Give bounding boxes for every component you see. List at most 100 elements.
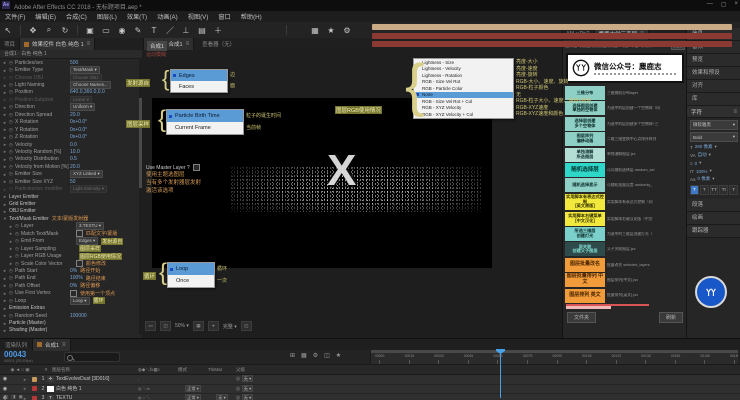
refresh-button[interactable]: 刷新: [659, 312, 683, 323]
mode-dropdown[interactable]: 正常 ▾: [185, 394, 201, 400]
layer-row[interactable]: ◉►3TTEXTU◍ ○ ＼正常 ▾无 ▾◎ 无 ▾: [0, 394, 740, 400]
character-control-row[interactable]: IT100%▾: [690, 168, 738, 174]
script-button[interactable]: 图层批量排列 中文: [565, 273, 605, 287]
menu-item[interactable]: 效果(T): [122, 12, 152, 21]
effect-param-value[interactable]: 100000: [70, 313, 87, 319]
effect-row[interactable]: ►◷Y Rotation0x+0.0°: [0, 126, 142, 133]
menu-item[interactable]: 动画(A): [152, 12, 183, 21]
layer-duration-bar[interactable]: [372, 33, 732, 39]
viewer-icon[interactable]: ◫: [160, 321, 171, 331]
effect-param-value[interactable]: 500: [70, 60, 78, 66]
resolution-select[interactable]: 完整 ▾: [223, 323, 237, 330]
script-button[interactable]: 层关联 创建父子图层: [565, 242, 605, 256]
effect-param-button[interactable]: Choose Names...: [70, 81, 111, 89]
layer-row[interactable]: ◉►1✛TextEvolveDust [3D016]-◎ 无 ▾: [0, 375, 740, 385]
layer-row[interactable]: ◉►2■白色 纯色 1◍ ＼fx正常 ▾◎ 无 ▾: [0, 385, 740, 395]
toolbar-right-icon[interactable]: ★: [323, 26, 339, 35]
effect-row[interactable]: ►◷Path Start0%路径开始: [0, 267, 142, 274]
tool-icon[interactable]: ✥: [25, 26, 41, 35]
trkmat-dropdown[interactable]: 无 ▾: [216, 394, 227, 400]
current-time-display[interactable]: 00043: [4, 350, 26, 359]
effect-row[interactable]: ►Grid Emitter: [0, 200, 142, 207]
character-toggle[interactable]: Tt: [719, 185, 728, 195]
effect-row[interactable]: ►◷Emit FromEdges ▾发射源自: [0, 238, 142, 245]
pickwhip-icon[interactable]: ◎: [236, 395, 242, 400]
character-control-value[interactable]: 0: [695, 161, 698, 166]
parent-dropdown[interactable]: 无 ▾: [242, 375, 253, 382]
effect-row[interactable]: ►◷Emitter SizeXYZ Linked ▾: [0, 171, 142, 178]
layer-switches[interactable]: ◍ ○ ＼: [138, 395, 178, 400]
effect-param-value[interactable]: 640.0,360.0,0.0: [70, 89, 105, 95]
character-toggle[interactable]: T: [700, 185, 709, 195]
effect-row[interactable]: ►◷Path End100%路径结束: [0, 275, 142, 282]
layer-color-label[interactable]: [32, 396, 37, 400]
toolbar-right-icon[interactable]: ⚙: [339, 26, 355, 35]
effect-param-value[interactable]: 0x+0.0°: [70, 127, 87, 133]
effect-param-dropdown[interactable]: Linear ▾: [70, 96, 92, 104]
expand-arrow-icon[interactable]: ►: [20, 377, 30, 382]
effect-param-dropdown[interactable]: Uniform ▾: [70, 103, 95, 111]
parent-dropdown[interactable]: 无 ▾: [242, 385, 253, 392]
timeline-icon[interactable]: ⚙: [313, 352, 318, 359]
viewer-icon[interactable]: ▦: [193, 321, 204, 331]
effect-param-value[interactable]: 0x+0.0°: [70, 134, 87, 140]
effect-row[interactable]: ►◷Random Seed100000: [0, 312, 142, 319]
character-control-row[interactable]: T280 像素▾: [690, 144, 738, 150]
effect-param-value[interactable]: 50: [70, 179, 76, 185]
font-style-select[interactable]: Bold▾: [690, 132, 738, 142]
right-panel-tab[interactable]: 跟踪器: [687, 225, 740, 238]
popup-option[interactable]: Current Frame: [167, 122, 243, 134]
menu-item[interactable]: 编辑(E): [30, 12, 61, 21]
effect-param-value[interactable]: 0x+0.0°: [70, 119, 87, 125]
character-toggle[interactable]: TT: [710, 185, 719, 195]
tab-effect-controls[interactable]: 效果控件 白色 纯色 1 ≡: [19, 38, 95, 50]
effect-row[interactable]: ►◷Path Offset0%路径偏移: [0, 282, 142, 289]
effect-param-checkbox[interactable]: [76, 230, 83, 237]
toolbar-right-icon[interactable]: ▦: [307, 26, 323, 35]
pickwhip-icon[interactable]: ◎: [236, 376, 242, 382]
effect-row[interactable]: ▼Text/Mask Emitter文本/蒙版发射器: [0, 215, 142, 222]
effect-param-value[interactable]: 0.0: [70, 142, 77, 148]
viewer-icon[interactable]: ⌖: [208, 321, 219, 331]
panel-menu-icon[interactable]: ≡: [62, 342, 66, 348]
character-toggle[interactable]: T: [690, 185, 699, 195]
panel-menu-icon[interactable]: ≡: [733, 109, 737, 115]
menu-item[interactable]: 帮助(H): [236, 12, 267, 21]
effect-row[interactable]: ►◷Position SubpixelLinear ▾: [0, 96, 142, 103]
script-button[interactable]: 所选三维层 创建灯光: [565, 227, 605, 241]
folder-button[interactable]: 文件夹: [567, 312, 596, 323]
effect-param-value[interactable]: 20.0: [70, 164, 80, 170]
tool-icon[interactable]: ↖: [0, 26, 16, 35]
parent-column[interactable]: ◎ 无 ▾: [236, 395, 292, 400]
tool-icon[interactable]: ◉: [114, 26, 130, 35]
tool-icon[interactable]: ✎: [130, 26, 146, 35]
effect-param-dropdown[interactable]: 3.TEXTU ▾: [76, 222, 104, 230]
effect-param-dropdown[interactable]: XYZ Linked ▾: [70, 170, 103, 178]
close-button[interactable]: ×: [734, 1, 738, 8]
effect-row[interactable]: ►◷Z Rotation0x+0.0°: [0, 133, 142, 140]
tool-icon[interactable]: ▤: [194, 26, 210, 35]
effect-row[interactable]: ►◷Match Text/Mask匹配文字/蒙版: [0, 230, 142, 237]
script-button[interactable]: 图层阵列 偏移动画: [565, 132, 605, 146]
layer-switches[interactable]: ◍ ＼fx: [138, 386, 178, 392]
right-panel-tab[interactable]: 库: [687, 93, 740, 106]
viewer-icon[interactable]: ◱: [241, 321, 252, 331]
character-control-row[interactable]: ≡0▾: [690, 160, 738, 166]
timeline-toggle-icon[interactable]: ◧: [4, 394, 8, 400]
effect-row[interactable]: ►Particle (Master): [0, 319, 142, 326]
effect-row[interactable]: ►OBJ Emitter: [0, 208, 142, 215]
tool-icon[interactable]: ▣: [82, 26, 98, 35]
character-control-row[interactable]: VA自动▾: [690, 152, 738, 158]
character-control-value[interactable]: 0 像素: [698, 176, 711, 182]
popup-option[interactable]: RGB - XYZ Velocity + Col: [414, 111, 513, 118]
timeline-icon[interactable]: ⊞: [290, 352, 295, 359]
effect-row[interactable]: ►◷Velocity Distribution0.5: [0, 156, 142, 163]
mode-column[interactable]: 正常 ▾: [178, 395, 208, 400]
effect-param-value[interactable]: 0%: [70, 268, 77, 274]
tab-render-queue[interactable]: 渲染队列: [0, 341, 32, 349]
expand-arrow-icon[interactable]: ►: [20, 386, 30, 391]
tool-icon[interactable]: ＋: [210, 25, 226, 36]
effect-row[interactable]: ►◷LoopLoop ▾循环: [0, 297, 142, 304]
use-master-checkbox[interactable]: [193, 164, 200, 171]
effect-row[interactable]: ►◷Choose OBJChoose OBJ: [0, 74, 142, 81]
